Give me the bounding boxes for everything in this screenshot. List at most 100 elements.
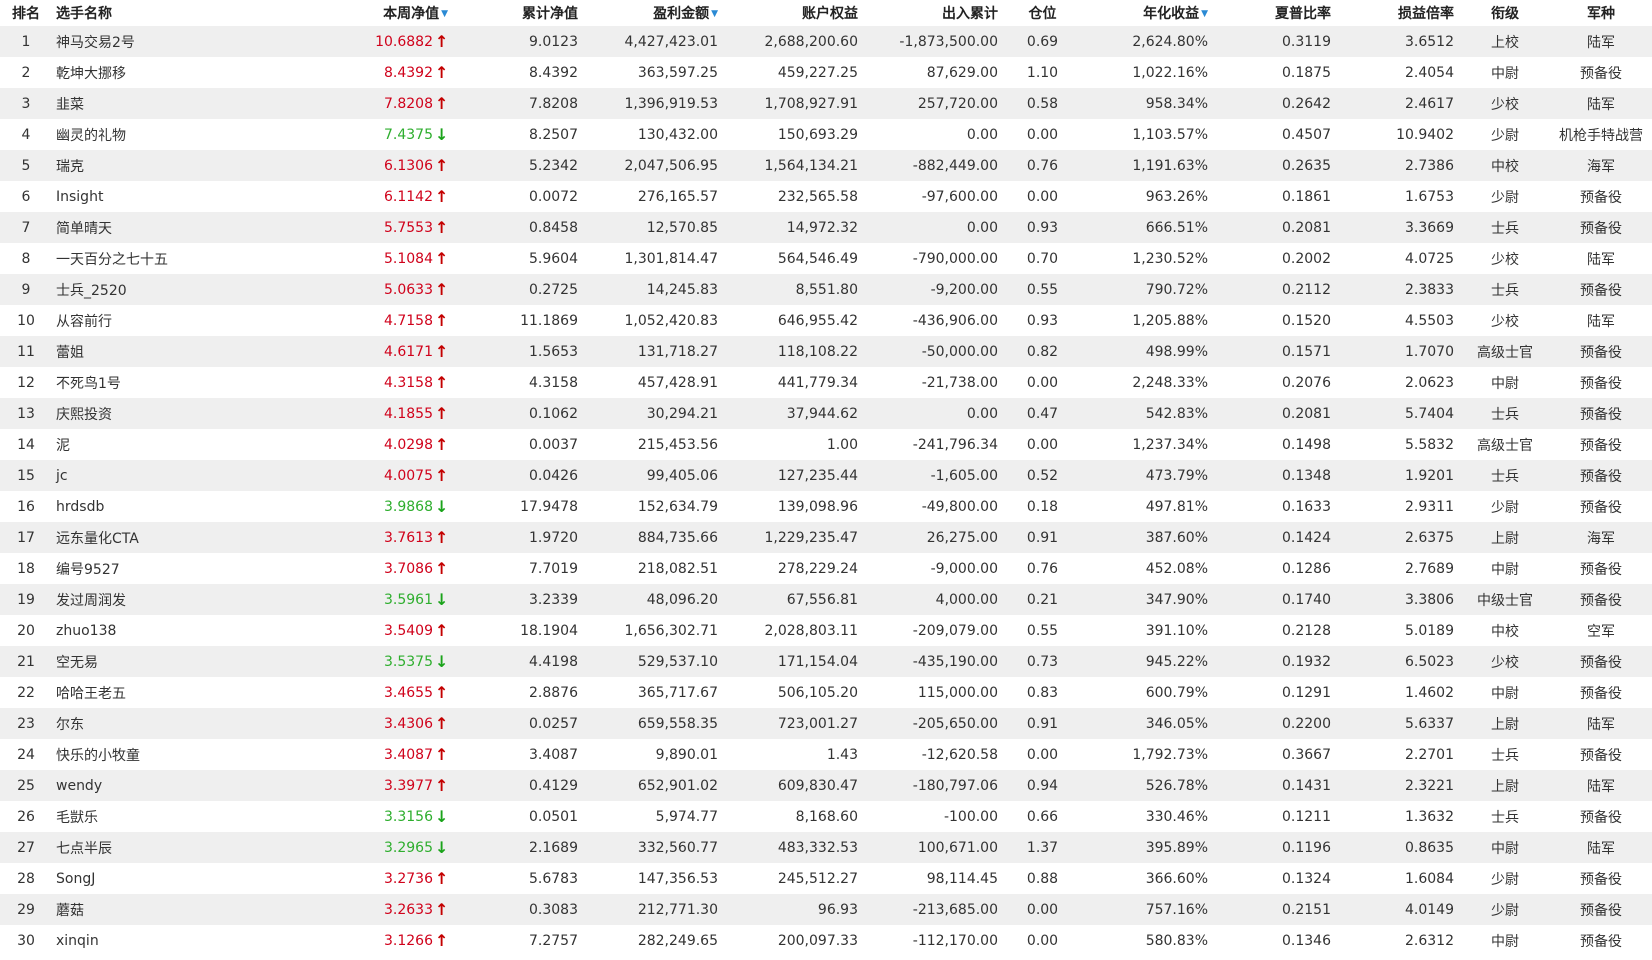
account-equity: 2,028,803.11	[764, 622, 858, 639]
player-name[interactable]: 快乐的小牧童	[56, 748, 140, 764]
cum-nav-cell: 4.3158	[454, 367, 584, 398]
player-name-cell[interactable]: 七点半辰	[52, 832, 262, 863]
player-name-cell[interactable]: 蘑菇	[52, 894, 262, 925]
col-header-position[interactable]: 仓位	[1004, 0, 1081, 26]
inout-total-cell: -882,449.00	[864, 150, 1004, 181]
player-name-cell[interactable]: hrdsdb	[52, 491, 262, 522]
rank-cell: 20	[17, 622, 35, 639]
player-name[interactable]: 毛獃乐	[56, 810, 98, 826]
annual-return: 347.90%	[1145, 591, 1208, 608]
col-header-inout[interactable]: 出入累计	[864, 0, 1004, 26]
account-equity: 1.00	[826, 436, 858, 453]
col-header-name[interactable]: 选手名称	[52, 0, 262, 26]
col-header-profit[interactable]: 盈利金额 ▼	[584, 0, 724, 26]
inout-total: -241,796.34	[912, 436, 998, 453]
player-name[interactable]: 编号9527	[56, 562, 120, 578]
sharpe-ratio: 0.2200	[1282, 715, 1331, 732]
player-name[interactable]: 士兵_2520	[56, 283, 127, 299]
col-header-equity[interactable]: 账户权益	[724, 0, 864, 26]
player-name-cell[interactable]: wendy	[52, 770, 262, 801]
player-name[interactable]: 瑞克	[56, 159, 84, 175]
player-name-cell[interactable]: 毛獃乐	[52, 801, 262, 832]
cum-nav-cell: 0.4129	[454, 770, 584, 801]
player-name[interactable]: 蘑菇	[56, 903, 84, 919]
player-name[interactable]: SongJ	[56, 871, 95, 887]
cum-nav: 0.4129	[529, 777, 578, 794]
player-name[interactable]: 庆熙投资	[56, 407, 112, 423]
col-header-annual[interactable]: 年化收益 ▼	[1081, 0, 1214, 26]
player-name[interactable]: Insight	[56, 189, 103, 205]
col-header-rank-title[interactable]: 衔级	[1460, 0, 1550, 26]
player-name-cell[interactable]: 幽灵的礼物	[52, 119, 262, 150]
player-name[interactable]: 远东量化CTA	[56, 531, 139, 547]
cum-nav: 0.8458	[529, 219, 578, 236]
military-rank-cell: 中尉	[1460, 677, 1550, 708]
table-row: 27 七点半辰 3.2965 ↓ 2.1689 332,560.77 483,332.53 1…	[0, 832, 1652, 863]
player-name[interactable]: 不死鸟1号	[56, 376, 121, 392]
player-name[interactable]: 乾坤大挪移	[56, 66, 126, 82]
player-name-cell[interactable]: 庆熙投资	[52, 398, 262, 429]
cum-nav: 3.4087	[529, 746, 578, 763]
cum-nav-cell: 17.9478	[454, 491, 584, 522]
player-name[interactable]: 简单晴天	[56, 221, 112, 237]
inout-total-cell: -9,000.00	[864, 553, 1004, 584]
player-name-cell[interactable]: 编号9527	[52, 553, 262, 584]
player-name-cell[interactable]: 泥	[52, 429, 262, 460]
player-name[interactable]: 蕾姐	[56, 345, 84, 361]
sharpe-ratio: 0.1740	[1282, 591, 1331, 608]
profit-loss-ratio: 5.6337	[1405, 715, 1454, 732]
player-name-cell[interactable]: 简单晴天	[52, 212, 262, 243]
position-ratio: 0.00	[1026, 126, 1059, 143]
col-header-rank[interactable]: 排名	[0, 0, 52, 26]
player-name[interactable]: 哈哈王老五	[56, 686, 126, 702]
player-name-cell[interactable]: 发过周润发	[52, 584, 262, 615]
player-name[interactable]: 泥	[56, 438, 70, 454]
player-name-cell[interactable]: Insight	[52, 181, 262, 212]
col-header-weekly-nav[interactable]: 本周净值 ▼	[262, 0, 454, 26]
cum-nav-cell: 0.0501	[454, 801, 584, 832]
player-name[interactable]: 幽灵的礼物	[56, 128, 126, 144]
player-name[interactable]: 空无易	[56, 655, 98, 671]
player-name-cell[interactable]: 空无易	[52, 646, 262, 677]
player-name-cell[interactable]: 韭菜	[52, 88, 262, 119]
player-name[interactable]: hrdsdb	[56, 499, 104, 515]
account-equity-cell: 118,108.22	[724, 336, 864, 367]
annual-return: 497.81%	[1145, 498, 1208, 515]
player-name[interactable]: xinqin	[56, 933, 99, 949]
player-name-cell[interactable]: jc	[52, 460, 262, 491]
annual-return: 1,022.16%	[1132, 64, 1208, 81]
player-name[interactable]: wendy	[56, 778, 102, 794]
player-name[interactable]: 从容前行	[56, 314, 112, 330]
player-name-cell[interactable]: 快乐的小牧童	[52, 739, 262, 770]
player-name-cell[interactable]: 乾坤大挪移	[52, 57, 262, 88]
military-rank-cell: 中级士官	[1460, 584, 1550, 615]
player-name-cell[interactable]: 从容前行	[52, 305, 262, 336]
player-name-cell[interactable]: 蕾姐	[52, 336, 262, 367]
col-header-branch[interactable]: 军种	[1550, 0, 1652, 26]
player-name[interactable]: jc	[56, 468, 68, 484]
annual-return-cell: 1,191.63%	[1081, 150, 1214, 181]
player-name-cell[interactable]: 尔东	[52, 708, 262, 739]
player-name[interactable]: 神马交易2号	[56, 35, 135, 51]
player-name-cell[interactable]: 哈哈王老五	[52, 677, 262, 708]
col-header-cum-nav[interactable]: 累计净值	[454, 0, 584, 26]
player-name[interactable]: 一天百分之七十五	[56, 252, 168, 268]
player-name[interactable]: zhuo138	[56, 623, 116, 639]
military-rank: 少校	[1491, 313, 1519, 330]
player-name[interactable]: 七点半辰	[56, 841, 112, 857]
player-name[interactable]: 发过周润发	[56, 593, 126, 609]
col-header-sharpe[interactable]: 夏普比率	[1214, 0, 1337, 26]
player-name-cell[interactable]: xinqin	[52, 925, 262, 956]
player-name-cell[interactable]: 士兵_2520	[52, 274, 262, 305]
player-name-cell[interactable]: 瑞克	[52, 150, 262, 181]
player-name-cell[interactable]: 一天百分之七十五	[52, 243, 262, 274]
player-name-cell[interactable]: SongJ	[52, 863, 262, 894]
player-name-cell[interactable]: 远东量化CTA	[52, 522, 262, 553]
player-name-cell[interactable]: 神马交易2号	[52, 26, 262, 57]
player-name[interactable]: 韭菜	[56, 97, 84, 113]
col-header-plr[interactable]: 损益倍率	[1337, 0, 1460, 26]
player-name[interactable]: 尔东	[56, 717, 84, 733]
player-name-cell[interactable]: zhuo138	[52, 615, 262, 646]
player-name-cell[interactable]: 不死鸟1号	[52, 367, 262, 398]
position-ratio: 0.76	[1026, 157, 1059, 174]
